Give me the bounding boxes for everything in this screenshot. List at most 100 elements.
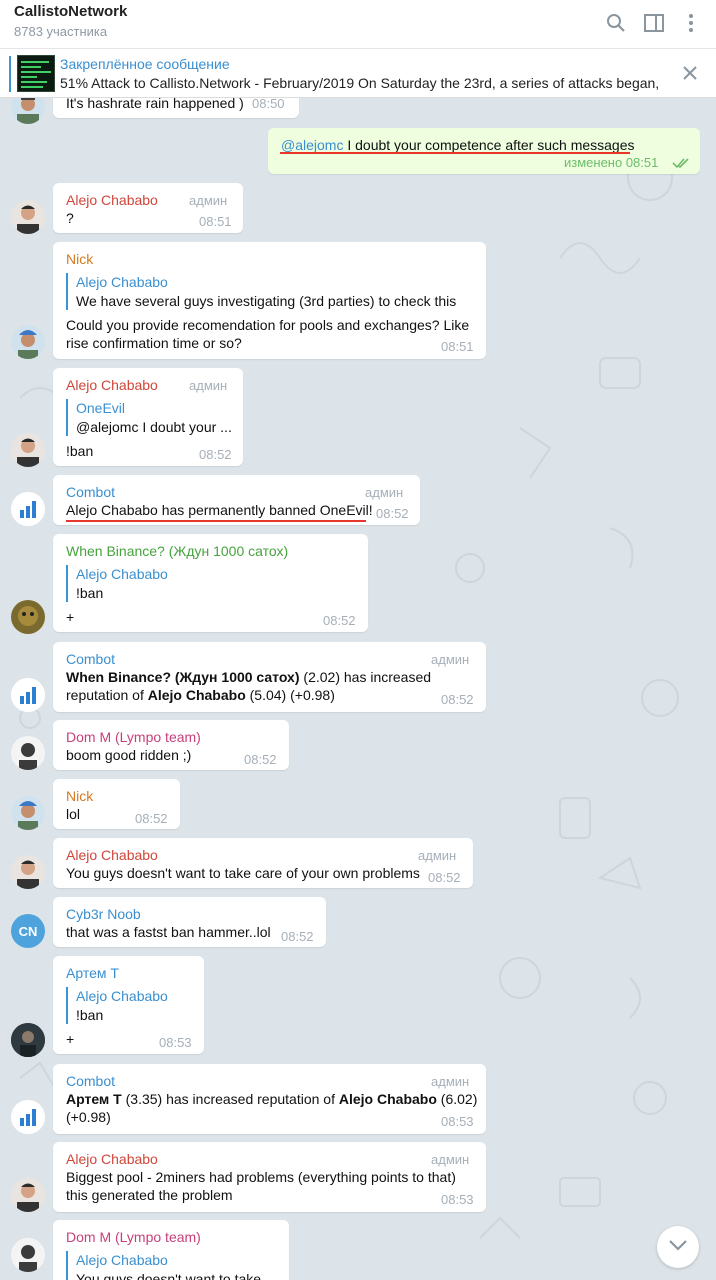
text-part: (6.02) <box>436 1091 478 1107</box>
member-count: 8783 участника <box>14 24 108 39</box>
message-bubble[interactable]: Cyb3r Noob that was a fastst ban hammer.… <box>53 897 326 947</box>
message-bubble[interactable]: Артем Т Alejo Chababo !ban + 08:53 <box>53 956 204 1054</box>
reply-text: @alejomc I doubt your ... <box>76 419 232 435</box>
sender-name[interactable]: Nick <box>66 788 93 804</box>
message-bubble[interactable]: Alejo Chababo админ OneEvil @alejomc I d… <box>53 368 243 466</box>
edited-time: изменено 08:51 <box>564 155 659 170</box>
message-bubble[interactable]: Combot админ When Binance? (Ждун 1000 са… <box>53 642 486 712</box>
message-time: 08:52 <box>323 613 356 628</box>
reply-quote[interactable]: Alejo Chababo !ban <box>66 565 168 602</box>
message-bubble[interactable]: It's hashrate rain happened ) 08:50 <box>53 98 299 118</box>
scroll-to-bottom-button[interactable] <box>657 1226 699 1268</box>
message-time: 08:52 <box>135 811 168 826</box>
message-time: 08:51 <box>441 339 474 354</box>
message-time: 08:52 <box>376 506 409 521</box>
message-text: Biggest pool - 2miners had problems (eve… <box>66 1169 456 1185</box>
mention-link[interactable]: @alejomc <box>281 137 343 153</box>
sender-name[interactable]: Cyb3r Noob <box>66 906 141 922</box>
sender-name[interactable]: Alejo Chababo <box>66 1151 158 1167</box>
avatar[interactable] <box>11 855 45 889</box>
message-bubble[interactable]: Nick Alejo Chababo We have several guys … <box>53 242 486 359</box>
admin-badge: админ <box>418 848 457 863</box>
message-text: You guys doesn't want to take care of yo… <box>66 865 420 881</box>
reply-quote[interactable]: Alejo Chababo !ban <box>66 987 168 1024</box>
avatar[interactable] <box>11 1023 45 1057</box>
user-name: When Binance? (Ждун 1000 сатох) <box>66 669 300 685</box>
message-time: 08:52 <box>199 447 232 462</box>
sender-name[interactable]: Combot <box>66 651 115 667</box>
sender-name[interactable]: Combot <box>66 1073 115 1089</box>
message-bubble[interactable]: Dom M (Lympo team) boom good ridden ;) 0… <box>53 720 289 770</box>
combot-avatar[interactable] <box>11 492 45 526</box>
sender-name[interactable]: When Binance? (Ждун 1000 сатох) <box>66 543 288 559</box>
sidebar-toggle-icon[interactable] <box>639 8 669 38</box>
reply-text: You guys doesn't want to take <box>76 1271 262 1280</box>
pinned-message-bar[interactable]: Закреплённое сообщение 51% Attack to Cal… <box>0 48 716 98</box>
message-body: I doubt your competence after such messa… <box>343 137 635 153</box>
message-time: 08:52 <box>281 929 314 944</box>
sender-name[interactable]: Alejo Chababo <box>66 377 158 393</box>
text-part: (3.35) has increased reputation of <box>121 1091 339 1107</box>
message-text: Alejo Chababo has permanently banned One… <box>66 502 373 518</box>
reply-quote[interactable]: OneEvil @alejomc I doubt your ... <box>66 399 232 436</box>
search-icon[interactable] <box>601 8 631 38</box>
message-text: Артем Т (3.35) has increased reputation … <box>66 1090 477 1108</box>
user-name: Alejo Chababo <box>338 1091 437 1107</box>
message-bubble[interactable]: Alejo Chababo админ You guys doesn't wan… <box>53 838 473 888</box>
sender-name[interactable]: Combot <box>66 484 115 500</box>
avatar[interactable] <box>11 600 45 634</box>
message-time: 08:52 <box>441 692 474 707</box>
message-text: (+0.98) <box>66 1109 111 1125</box>
combot-avatar[interactable] <box>11 1100 45 1134</box>
outgoing-message-bubble[interactable]: @alejomc I doubt your competence after s… <box>268 128 700 174</box>
reply-author: Alejo Chababo <box>76 566 168 582</box>
text-part: (5.04) (+0.98) <box>245 687 335 703</box>
admin-badge: админ <box>365 485 404 500</box>
reply-author: OneEvil <box>76 400 126 416</box>
admin-badge: админ <box>431 652 470 667</box>
message-bubble[interactable]: Alejo Chababo админ Biggest pool - 2mine… <box>53 1142 486 1212</box>
sender-name[interactable]: Dom M (Lympo team) <box>66 729 201 745</box>
message-bubble[interactable]: Alejo Chababo админ ? 08:51 <box>53 183 243 233</box>
message-time: 08:53 <box>441 1192 474 1207</box>
message-time: 08:53 <box>159 1035 192 1050</box>
sender-name[interactable]: Артем Т <box>66 965 119 981</box>
avatar[interactable] <box>11 433 45 467</box>
pinned-text: 51% Attack to Callisto.Network - Februar… <box>60 75 660 91</box>
message-bubble[interactable]: When Binance? (Ждун 1000 сатох) Alejo Ch… <box>53 534 368 632</box>
message-text: rise confirmation time or so? <box>66 335 242 351</box>
double-check-icon <box>672 156 690 174</box>
avatar[interactable] <box>11 1178 45 1212</box>
message-bubble[interactable]: Combot админ Артем Т (3.35) has increase… <box>53 1064 486 1134</box>
sender-name[interactable]: Alejo Chababo <box>66 192 158 208</box>
avatar[interactable] <box>11 325 45 359</box>
close-icon[interactable] <box>680 63 700 83</box>
reply-quote[interactable]: Alejo Chababo You guys doesn't want to t… <box>66 1251 261 1280</box>
admin-badge: админ <box>189 378 228 393</box>
message-time: 08:52 <box>244 752 277 767</box>
pinned-label: Закреплённое сообщение <box>60 56 230 72</box>
avatar[interactable] <box>11 200 45 234</box>
avatar[interactable] <box>11 1238 45 1272</box>
message-bubble[interactable]: Combot админ Alejo Chababo has permanent… <box>53 475 420 525</box>
sender-name[interactable]: Alejo Chababo <box>66 847 158 863</box>
message-time: 08:53 <box>441 1114 474 1129</box>
reply-quote[interactable]: Alejo Chababo We have several guys inves… <box>66 273 456 310</box>
sender-name[interactable]: Nick <box>66 251 93 267</box>
avatar[interactable] <box>11 736 45 770</box>
message-bubble[interactable]: Dom M (Lympo team) Alejo Chababo You guy… <box>53 1220 289 1280</box>
reply-author: Alejo Chababo <box>76 988 168 1004</box>
admin-badge: админ <box>189 193 228 208</box>
message-list[interactable]: It's hashrate rain happened ) 08:50 @ale… <box>0 98 716 1280</box>
reply-text: !ban <box>76 585 104 601</box>
avatar[interactable] <box>11 796 45 830</box>
more-vertical-icon[interactable] <box>676 8 706 38</box>
reply-text: We have several guys investigating (3rd … <box>76 293 457 309</box>
telegram-chat-window: CallistoNetwork 8783 участника Закреплён… <box>0 0 716 1280</box>
message-bubble[interactable]: Nick lol 08:52 <box>53 779 180 829</box>
combot-avatar[interactable] <box>11 678 45 712</box>
chat-title[interactable]: CallistoNetwork <box>14 3 127 20</box>
avatar[interactable]: CN <box>11 914 45 948</box>
sender-name[interactable]: Dom M (Lympo team) <box>66 1229 201 1245</box>
message-text: It's hashrate rain happened ) <box>66 98 244 111</box>
